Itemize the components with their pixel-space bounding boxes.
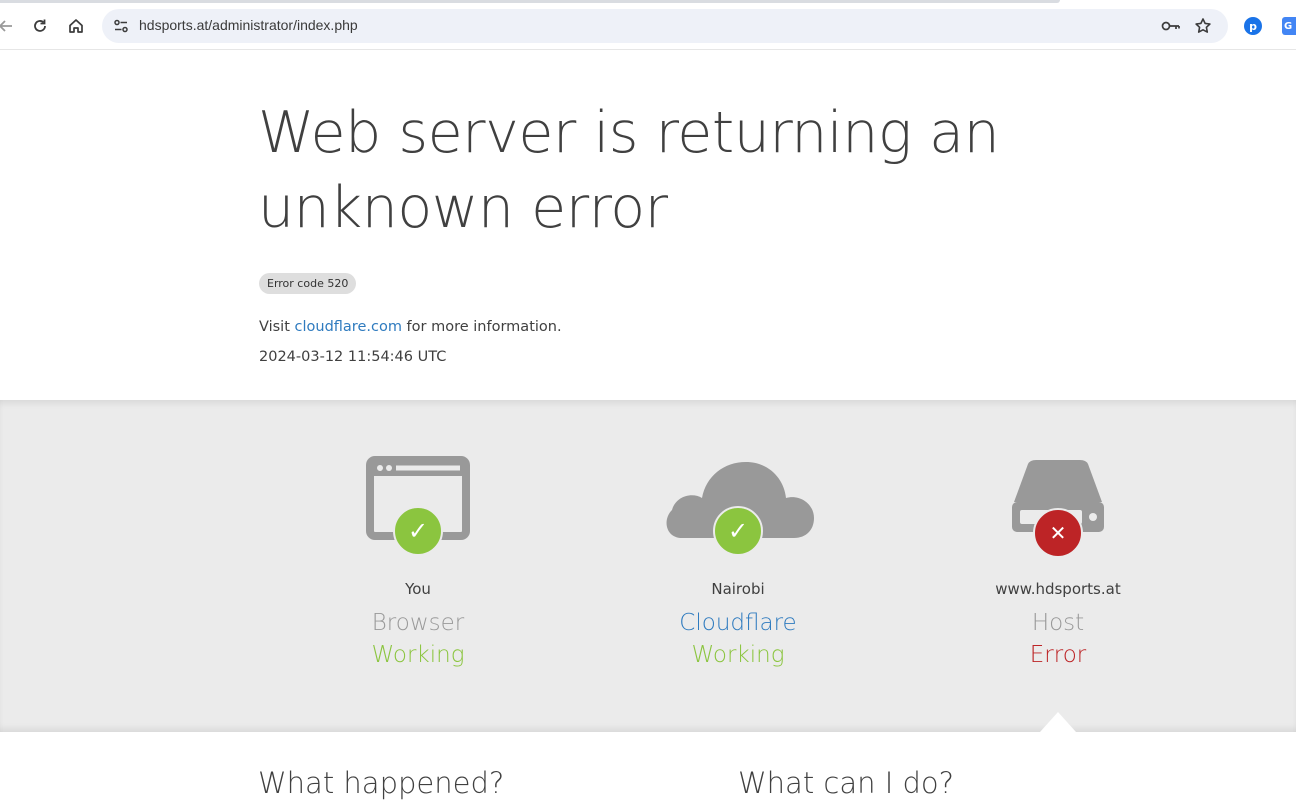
timestamp: 2024-03-12 11:54:46 UTC bbox=[259, 349, 447, 365]
node-kind: Host bbox=[1031, 610, 1085, 636]
error-x-icon: ✕ bbox=[1033, 508, 1083, 558]
status-diagram: ✓ You Browser Working ✓ Nairobi Cloudfla… bbox=[0, 400, 1296, 732]
home-icon[interactable] bbox=[62, 12, 90, 40]
node-state: Error bbox=[1029, 642, 1087, 668]
address-bar[interactable]: hdsports.at/administrator/index.php bbox=[102, 9, 1228, 43]
visit-info: Visit cloudflare.com for more informatio… bbox=[259, 319, 562, 335]
cloudflare-link[interactable]: cloudflare.com bbox=[295, 319, 402, 335]
site-info-icon[interactable] bbox=[109, 14, 133, 38]
password-key-icon[interactable] bbox=[1158, 14, 1184, 38]
node-location: www.hdsports.at bbox=[995, 580, 1121, 598]
node-state: Working bbox=[371, 642, 465, 668]
back-arrow-icon[interactable] bbox=[0, 12, 20, 40]
node-host: ✕ www.hdsports.at Host Error bbox=[928, 400, 1188, 732]
explanation-section: What happened? What can I do? bbox=[0, 732, 1296, 812]
url-text[interactable]: hdsports.at/administrator/index.php bbox=[139, 17, 358, 33]
check-icon: ✓ bbox=[713, 506, 763, 556]
node-browser: ✓ You Browser Working bbox=[288, 400, 548, 732]
reload-icon[interactable] bbox=[26, 12, 54, 40]
bookmark-star-icon[interactable] bbox=[1190, 14, 1216, 38]
translate-icon[interactable]: G bbox=[1282, 17, 1296, 35]
cloudflare-kind-link[interactable]: Cloudflare bbox=[608, 610, 868, 636]
node-kind: Browser bbox=[371, 610, 465, 636]
active-node-pointer bbox=[1040, 712, 1076, 732]
extension-icon[interactable]: p bbox=[1244, 17, 1262, 35]
what-happened-heading: What happened? bbox=[258, 766, 505, 800]
visit-prefix: Visit bbox=[259, 319, 295, 335]
node-location: You bbox=[405, 580, 431, 598]
tab-strip bbox=[0, 0, 1060, 3]
error-code-badge: Error code 520 bbox=[259, 273, 357, 294]
server-icon: ✕ bbox=[928, 456, 1188, 560]
browser-toolbar: hdsports.at/administrator/index.php p G bbox=[0, 0, 1296, 50]
node-location: Nairobi bbox=[711, 580, 765, 598]
visit-suffix: for more information. bbox=[401, 319, 562, 335]
what-can-i-do-heading: What can I do? bbox=[738, 766, 955, 800]
error-header: Web server is returning an unknown error… bbox=[0, 50, 1296, 400]
browser-window-icon: ✓ bbox=[288, 456, 548, 560]
node-cloudflare: ✓ Nairobi Cloudflare Working bbox=[608, 400, 868, 732]
cloud-icon: ✓ bbox=[608, 456, 868, 560]
page-title: Web server is returning an unknown error bbox=[258, 100, 1000, 241]
node-state: Working bbox=[691, 642, 785, 668]
check-icon: ✓ bbox=[393, 506, 443, 556]
